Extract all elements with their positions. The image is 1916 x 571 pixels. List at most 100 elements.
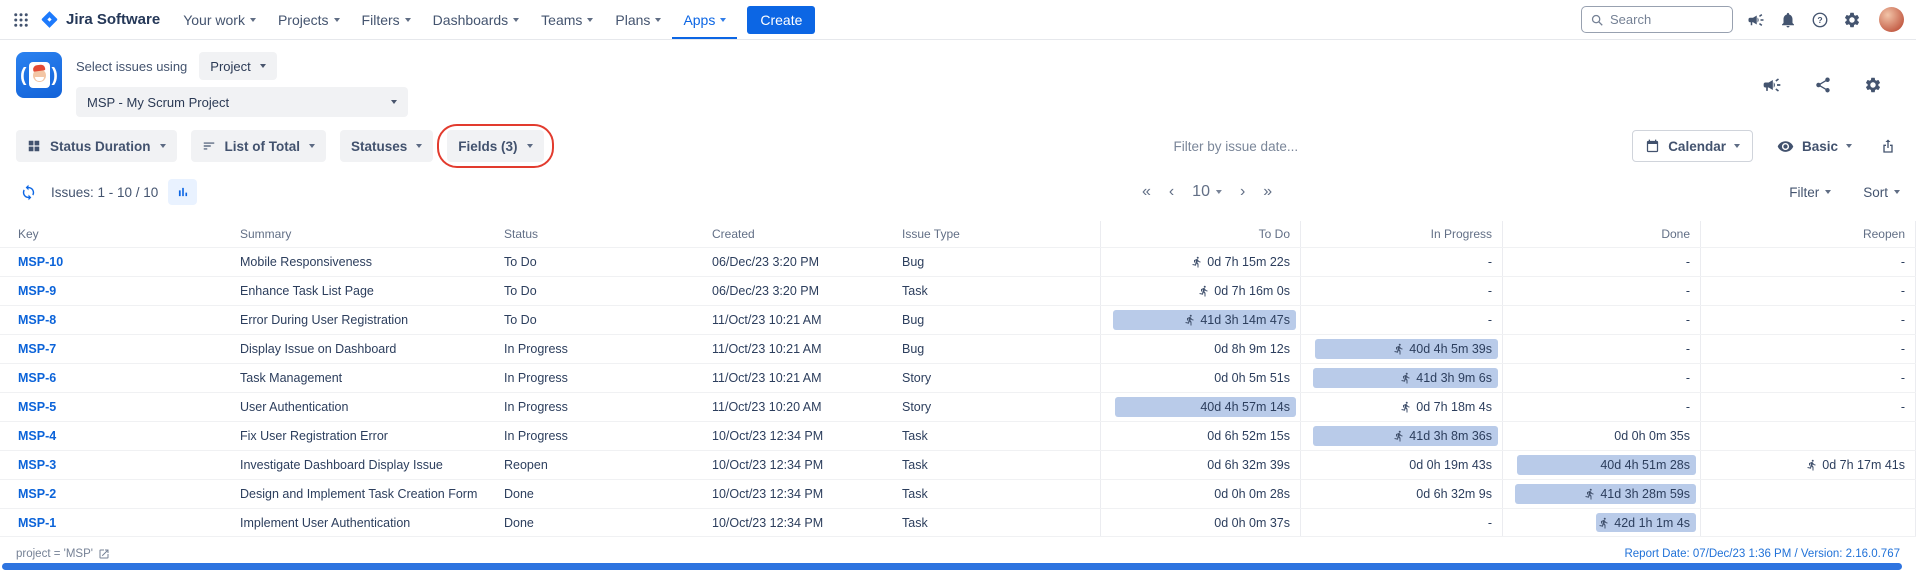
announcement-icon[interactable] <box>1743 7 1769 33</box>
next-page-button[interactable]: › <box>1240 184 1245 200</box>
sort-dropdown[interactable]: Sort <box>1863 185 1900 200</box>
statuses-dropdown[interactable]: Statuses <box>340 130 433 162</box>
detail-level-dropdown[interactable]: Basic <box>1769 130 1860 162</box>
column-header-status[interactable]: Status <box>492 227 700 241</box>
duration-cell-done: - <box>1502 277 1700 305</box>
table-row[interactable]: MSP-9Enhance Task List PageTo Do06/Dec/2… <box>0 276 1916 305</box>
notifications-icon[interactable] <box>1775 7 1801 33</box>
duration-cell-to-do: 0d 0h 0m 37s <box>1100 509 1300 536</box>
issue-created: 06/Dec/23 3:20 PM <box>700 284 890 298</box>
issue-key-link[interactable]: MSP-6 <box>0 371 228 385</box>
view-mode-dropdown[interactable]: List of Total <box>191 130 327 162</box>
top-navigation: Jira Software Your workProjectsFiltersDa… <box>0 0 1916 40</box>
column-header-summary[interactable]: Summary <box>228 227 492 241</box>
column-header-issue-type[interactable]: Issue Type <box>890 227 1100 241</box>
issue-key-link[interactable]: MSP-2 <box>0 487 228 501</box>
duration-cell-reopen: - <box>1700 306 1916 334</box>
table-row[interactable]: MSP-7Display Issue on DashboardIn Progre… <box>0 334 1916 363</box>
feedback-megaphone-icon[interactable] <box>1758 71 1786 99</box>
issue-source-value: Project <box>210 59 250 74</box>
nav-item-your-work[interactable]: Your work <box>172 0 267 39</box>
issue-summary: Mobile Responsiveness <box>228 255 492 269</box>
running-person-icon <box>1198 285 1210 297</box>
table-row[interactable]: MSP-10Mobile ResponsivenessTo Do06/Dec/2… <box>0 247 1916 276</box>
calendar-button[interactable]: Calendar <box>1632 130 1753 162</box>
first-page-button[interactable]: « <box>1142 184 1151 200</box>
help-icon[interactable]: ? <box>1807 7 1833 33</box>
filter-dropdown[interactable]: Filter <box>1789 185 1831 200</box>
prev-page-button[interactable]: ‹ <box>1169 184 1174 200</box>
nav-item-projects[interactable]: Projects <box>267 0 351 39</box>
issue-date-filter[interactable]: Filter by issue date... <box>1174 139 1299 154</box>
duration-value: 41d 3h 14m 47s <box>1184 313 1290 327</box>
settings-icon[interactable] <box>1839 7 1865 33</box>
table-row[interactable]: MSP-4Fix User Registration ErrorIn Progr… <box>0 421 1916 450</box>
topnav-actions: ? <box>1743 7 1904 33</box>
column-header-created[interactable]: Created <box>700 227 890 241</box>
nav-item-dashboards[interactable]: Dashboards <box>422 0 531 39</box>
duration-value: - <box>1901 371 1905 385</box>
table-row[interactable]: MSP-8Error During User RegistrationTo Do… <box>0 305 1916 334</box>
jql-query-text: project = 'MSP' <box>16 548 93 560</box>
pagination: « ‹ 10 › » <box>1142 184 1272 200</box>
duration-cell-reopen <box>1700 509 1916 536</box>
issue-key-link[interactable]: MSP-7 <box>0 342 228 356</box>
issue-type: Story <box>890 400 1100 414</box>
issue-key-link[interactable]: MSP-9 <box>0 284 228 298</box>
export-icon[interactable] <box>1876 134 1900 158</box>
table-row[interactable]: MSP-1Implement User AuthenticationDone10… <box>0 508 1916 537</box>
chart-view-button[interactable] <box>168 179 197 205</box>
issue-created: 11/Oct/23 10:21 AM <box>700 371 890 385</box>
horizontal-scrollbar[interactable] <box>2 563 1902 570</box>
duration-cell-in-progress: - <box>1300 277 1502 305</box>
report-type-dropdown[interactable]: Status Duration <box>16 130 177 162</box>
issue-source-dropdown[interactable]: Project <box>199 52 276 80</box>
issue-status: In Progress <box>492 342 700 356</box>
duration-cell-in-progress: 0d 7h 18m 4s <box>1300 393 1502 421</box>
chevron-down-icon <box>160 144 166 148</box>
issue-key-link[interactable]: MSP-10 <box>0 255 228 269</box>
duration-value: 0d 0h 19m 43s <box>1409 458 1492 472</box>
app-switcher-icon[interactable] <box>8 7 34 33</box>
create-button[interactable]: Create <box>747 6 815 34</box>
nav-item-plans[interactable]: Plans <box>604 0 672 39</box>
project-dropdown[interactable]: MSP - My Scrum Project <box>76 87 408 117</box>
duration-value: - <box>1686 313 1690 327</box>
jira-brand[interactable]: Jira Software <box>34 10 172 29</box>
app-logo-icon: ( ) <box>16 52 62 98</box>
app-settings-icon[interactable] <box>1860 72 1886 98</box>
column-header-to-do[interactable]: To Do <box>1100 221 1300 247</box>
issue-key-link[interactable]: MSP-3 <box>0 458 228 472</box>
issue-key-link[interactable]: MSP-4 <box>0 429 228 443</box>
table-row[interactable]: MSP-2Design and Implement Task Creation … <box>0 479 1916 508</box>
last-page-button[interactable]: » <box>1263 184 1272 200</box>
user-avatar[interactable] <box>1879 7 1904 32</box>
nav-item-filters[interactable]: Filters <box>351 0 422 39</box>
page-size-dropdown[interactable]: 10 <box>1192 184 1222 200</box>
refresh-icon[interactable] <box>16 180 41 205</box>
issue-type: Story <box>890 371 1100 385</box>
duration-cell-to-do: 0d 6h 52m 15s <box>1100 422 1300 450</box>
issue-key-link[interactable]: MSP-5 <box>0 400 228 414</box>
issue-key-link[interactable]: MSP-8 <box>0 313 228 327</box>
issue-key-link[interactable]: MSP-1 <box>0 516 228 530</box>
issue-type: Bug <box>890 255 1100 269</box>
column-header-reopen[interactable]: Reopen <box>1700 221 1916 247</box>
nav-item-apps[interactable]: Apps <box>672 0 737 39</box>
table-row[interactable]: MSP-6Task ManagementIn Progress11/Oct/23… <box>0 363 1916 392</box>
column-header-in-progress[interactable]: In Progress <box>1300 221 1502 247</box>
column-header-done[interactable]: Done <box>1502 221 1700 247</box>
duration-value: 0d 6h 32m 9s <box>1416 487 1492 501</box>
table-row[interactable]: MSP-5User AuthenticationIn Progress11/Oc… <box>0 392 1916 421</box>
share-icon[interactable] <box>1810 72 1836 98</box>
nav-item-teams[interactable]: Teams <box>530 0 604 39</box>
search-box[interactable] <box>1581 6 1733 33</box>
duration-value: 0d 8h 9m 12s <box>1214 342 1290 356</box>
logo-card <box>29 62 50 88</box>
column-header-key[interactable]: Key <box>0 227 228 241</box>
fields-dropdown[interactable]: Fields (3) <box>447 130 543 162</box>
jql-query-link[interactable]: project = 'MSP' <box>16 548 110 560</box>
issue-type: Task <box>890 458 1100 472</box>
search-input[interactable] <box>1610 12 1724 27</box>
table-row[interactable]: MSP-3Investigate Dashboard Display Issue… <box>0 450 1916 479</box>
